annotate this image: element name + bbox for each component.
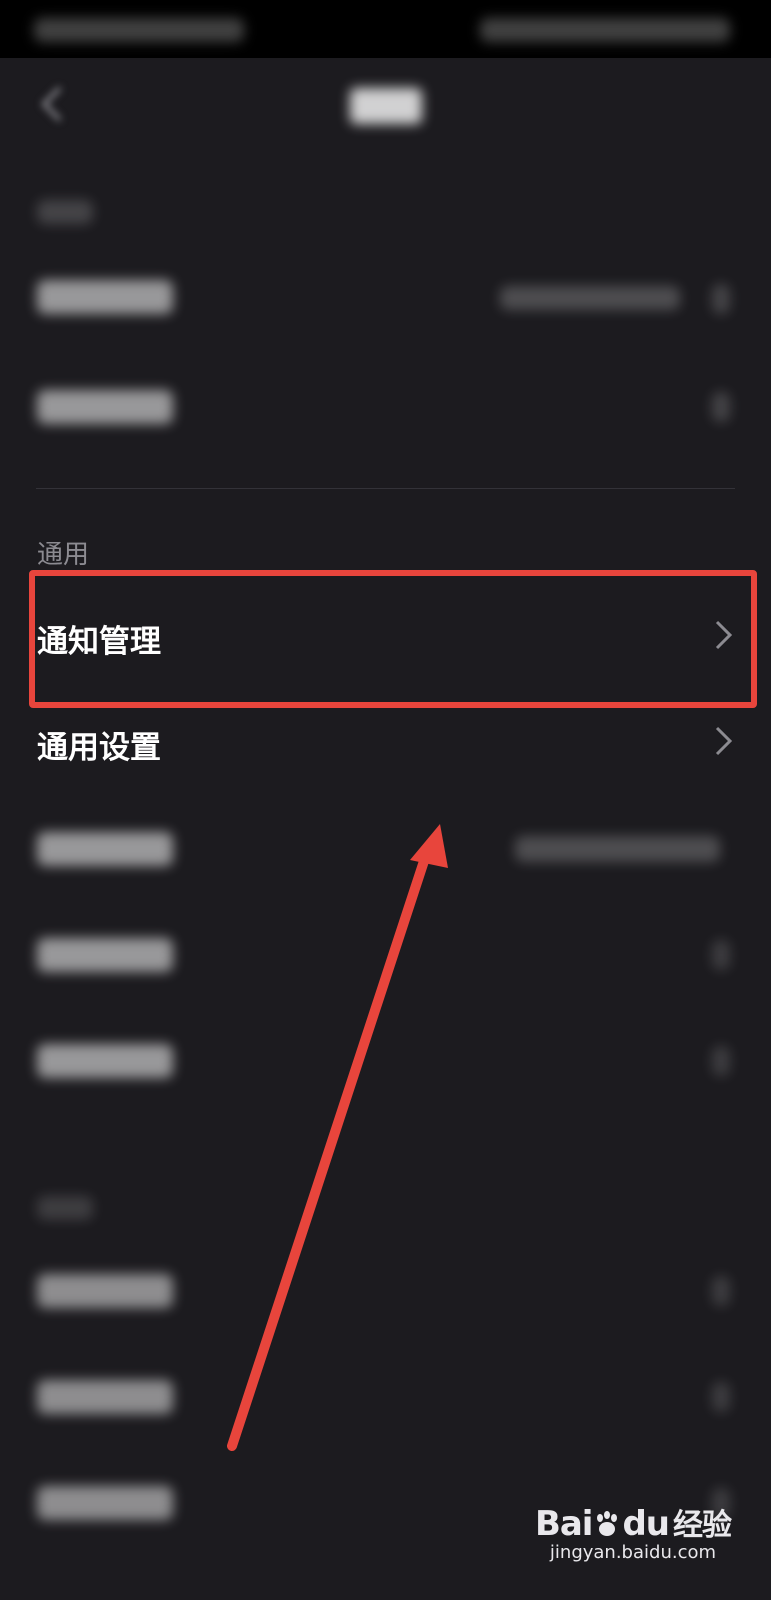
annotation-arrow-shaft (227, 853, 430, 1451)
watermark-domain: jingyan.baidu.com (549, 1542, 717, 1563)
baidu-paw-icon (597, 1511, 618, 1536)
watermark-brand-cn: 经验 (673, 1508, 732, 1543)
baidu-jingyan-watermark: Bai du 经验 jingyan.baidu.com (534, 1500, 732, 1563)
annotation-arrow (227, 824, 448, 1451)
watermark-brand-du: du (622, 1504, 670, 1544)
watermark-brand: Bai du 经验 (534, 1500, 732, 1544)
watermark-brand-bai: Bai (534, 1504, 594, 1544)
annotation-arrow-head (410, 824, 448, 868)
